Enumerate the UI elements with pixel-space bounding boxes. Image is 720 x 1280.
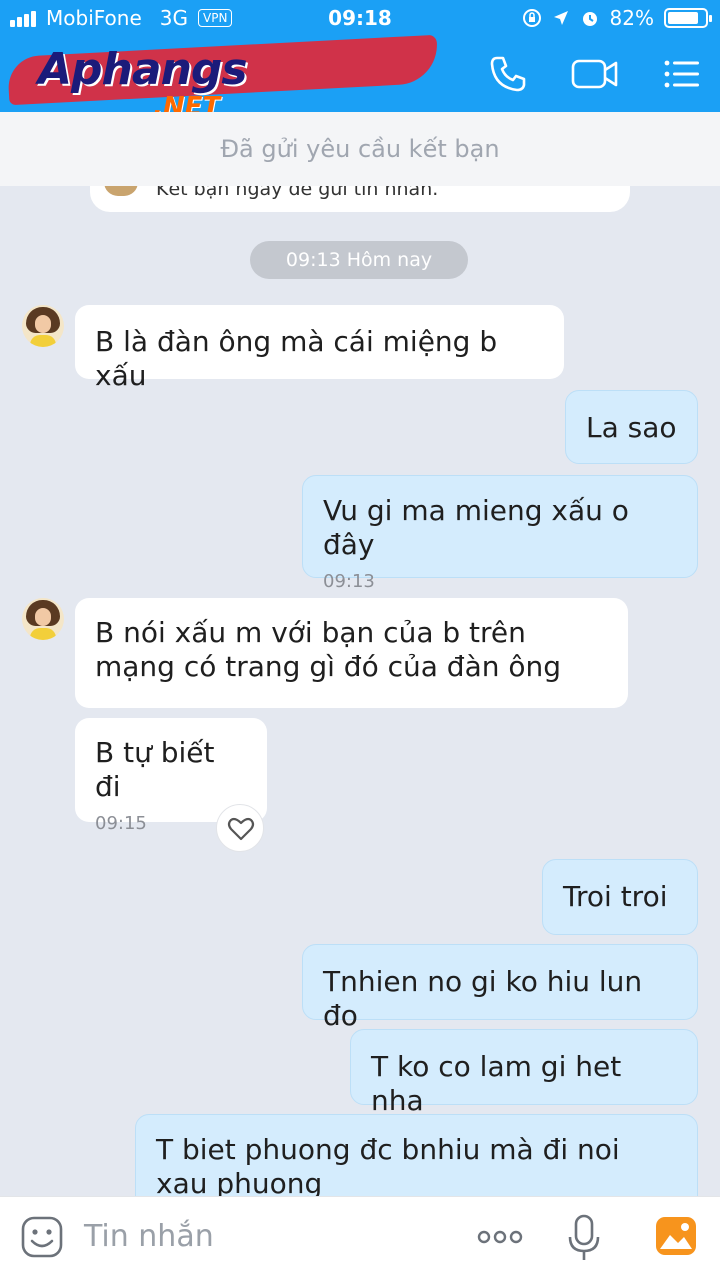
emoji-icon[interactable]	[20, 1215, 64, 1259]
message-input[interactable]: Tin nhắn	[84, 1219, 214, 1254]
heart-icon	[227, 817, 255, 841]
contact-avatar[interactable]	[22, 305, 64, 347]
message-bubble-incoming[interactable]: B nói xấu m với bạn của b trên mạng có t…	[75, 598, 628, 708]
alarm-icon	[582, 12, 597, 26]
message-text: T ko co lam gi het nha	[371, 1050, 622, 1117]
friend-request-banner: Đã gửi yêu cầu kết bạn	[0, 112, 720, 186]
message-text: Troi troi	[563, 880, 668, 913]
message-text: B là đàn ông mà cái miệng b xấu	[95, 325, 498, 392]
message-text: La sao	[586, 411, 677, 444]
date-separator: 09:13 Hôm nay	[250, 241, 468, 279]
more-icon[interactable]	[476, 1227, 524, 1247]
message-text: B tự biết đi	[95, 736, 215, 803]
message-bubble-outgoing[interactable]: La sao	[565, 390, 698, 464]
watermark-logo: Aphangs .NET	[7, 34, 439, 122]
logo-text: Aphangs	[38, 44, 248, 95]
menu-icon[interactable]	[660, 52, 704, 96]
status-bar: MobiFone 3G VPN 09:18 82%	[0, 0, 720, 36]
contact-avatar[interactable]	[22, 598, 64, 640]
phone-icon[interactable]	[486, 52, 530, 96]
message-bubble-outgoing[interactable]: T ko co lam gi het nha	[350, 1029, 698, 1117]
message-bubble-incoming[interactable]: B là đàn ông mà cái miệng b xấu	[75, 305, 564, 392]
message-bubble-outgoing[interactable]: Troi troi	[542, 859, 698, 935]
message-bubble-outgoing[interactable]: Tnhien no gi ko hiu lun đo	[302, 944, 698, 1032]
message-text: T biet phuong đc bnhiu mà đi noi xau phu…	[156, 1133, 620, 1200]
location-arrow-icon	[553, 11, 568, 25]
rotation-lock-icon	[522, 9, 541, 27]
microphone-icon[interactable]	[566, 1213, 602, 1263]
battery-icon	[664, 8, 712, 28]
message-text: Vu gi ma mieng xấu o đây	[323, 494, 629, 561]
gallery-icon[interactable]	[654, 1215, 698, 1257]
message-bubble-outgoing[interactable]: Vu gi ma mieng xấu o đây 09:13	[302, 475, 698, 592]
chat-header: MobiFone 3G VPN 09:18 82% Aphangs .NET	[0, 0, 720, 122]
message-time: 09:13	[323, 571, 375, 592]
message-text: B nói xấu m với bạn của b trên mạng có t…	[95, 616, 562, 683]
battery-percent: 82%	[609, 6, 654, 30]
message-text: Tnhien no gi ko hiu lun đo	[323, 965, 643, 1032]
video-camera-icon[interactable]	[570, 52, 620, 96]
react-heart-button[interactable]	[216, 804, 264, 852]
message-composer: Tin nhắn	[0, 1196, 720, 1280]
